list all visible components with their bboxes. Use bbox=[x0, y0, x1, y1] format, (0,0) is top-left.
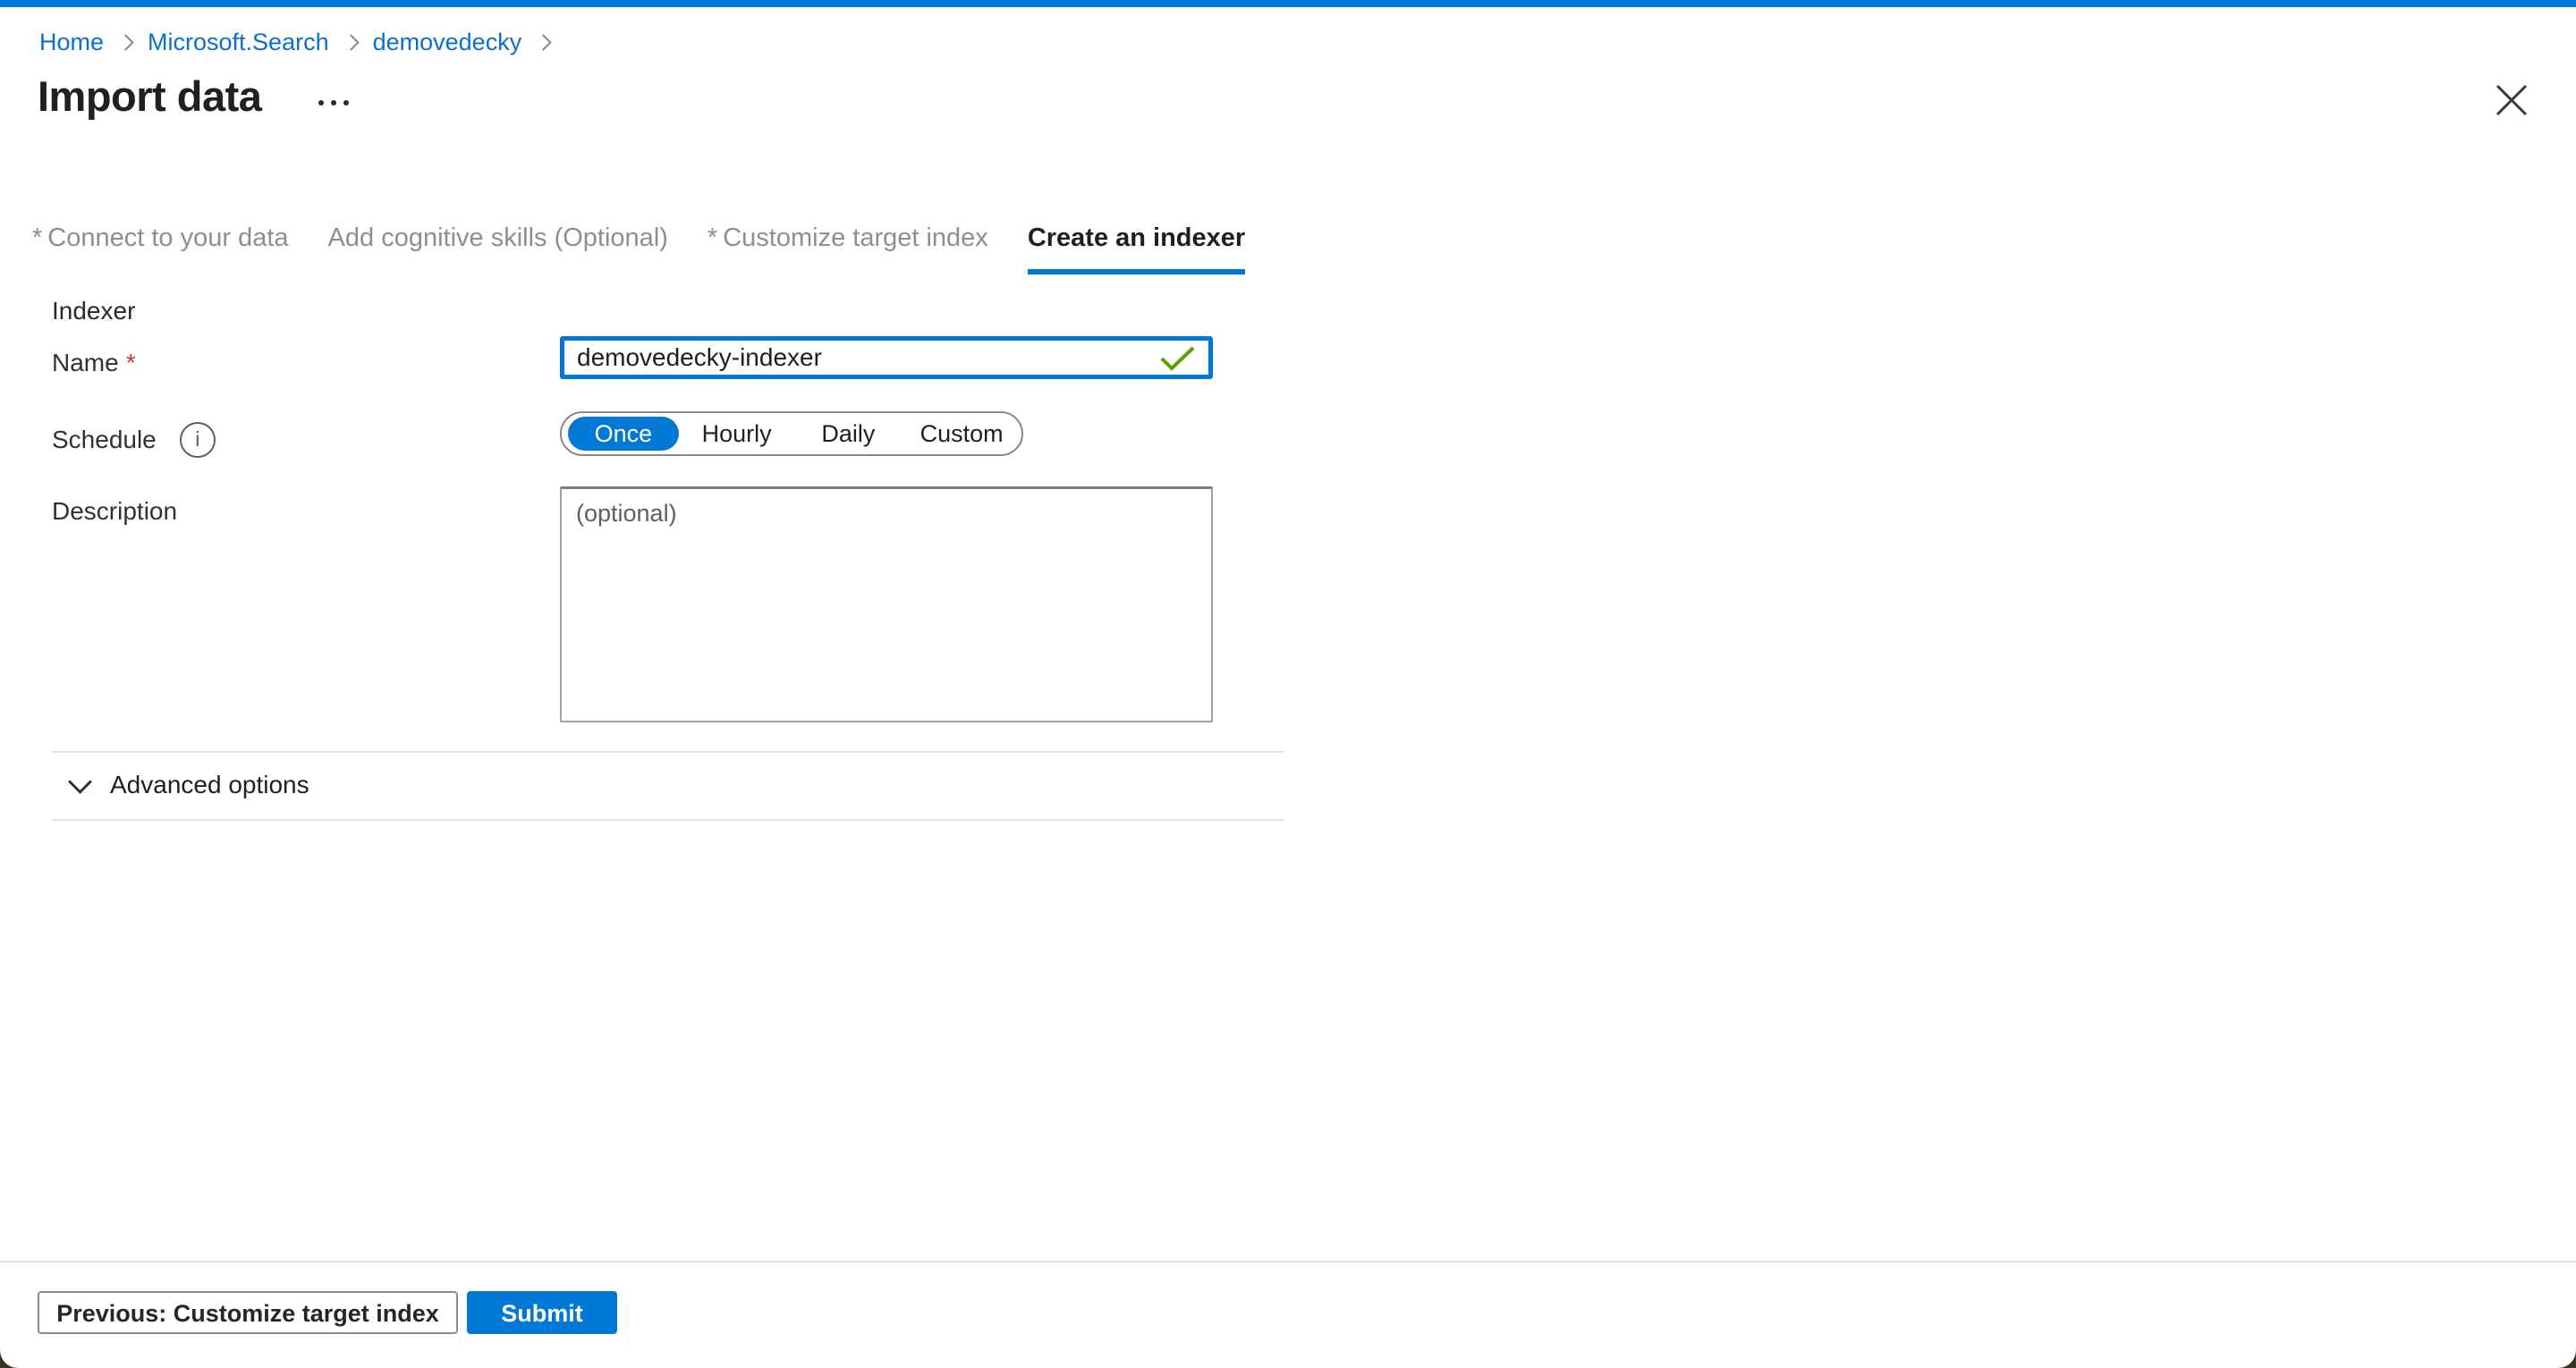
page-title: Import data bbox=[38, 72, 261, 121]
divider bbox=[52, 819, 1284, 821]
previous-step-button[interactable]: Previous: Customize target index bbox=[38, 1291, 458, 1334]
breadcrumb-resource-link[interactable]: demovedecky bbox=[373, 27, 522, 57]
tab-create-an-indexer[interactable]: Create an indexer bbox=[1028, 224, 1245, 274]
footer-divider bbox=[0, 1261, 2576, 1262]
info-icon[interactable]: i bbox=[180, 422, 216, 458]
divider bbox=[52, 751, 1284, 753]
schedule-option-once[interactable]: Once bbox=[568, 417, 679, 451]
advanced-options-toggle[interactable]: Advanced options bbox=[52, 764, 309, 806]
submit-button[interactable]: Submit bbox=[467, 1291, 617, 1334]
schedule-option-hourly[interactable]: Hourly bbox=[679, 420, 795, 448]
chevron-right-icon bbox=[117, 34, 133, 50]
schedule-field-label: Schedule i bbox=[52, 422, 216, 458]
wizard-tabs: *Connect to your data Add cognitive skil… bbox=[32, 224, 1245, 274]
ellipsis-icon bbox=[343, 100, 349, 106]
indexer-name-input[interactable] bbox=[560, 336, 1213, 379]
breadcrumb-home-link[interactable]: Home bbox=[39, 27, 104, 57]
indexer-section-title: Indexer bbox=[52, 297, 135, 325]
breadcrumb: Home Microsoft.Search demovedecky bbox=[39, 27, 565, 57]
required-marker: * bbox=[708, 224, 717, 252]
chevron-right-icon bbox=[536, 34, 552, 50]
tab-customize-target-index[interactable]: *Customize target index bbox=[708, 224, 988, 274]
close-button[interactable] bbox=[2490, 79, 2533, 122]
schedule-toggle-group: Once Hourly Daily Custom bbox=[560, 411, 1023, 456]
chevron-down-icon bbox=[68, 770, 92, 794]
description-field-label: Description bbox=[52, 497, 177, 526]
name-label-text: Name bbox=[52, 349, 119, 376]
breadcrumb-service-link[interactable]: Microsoft.Search bbox=[148, 27, 329, 57]
required-marker: * bbox=[126, 349, 136, 376]
chevron-right-icon bbox=[343, 34, 359, 50]
name-field-label: Name * bbox=[52, 349, 136, 377]
close-icon bbox=[2492, 80, 2531, 120]
tab-connect-to-your-data[interactable]: *Connect to your data bbox=[32, 224, 289, 274]
tab-label: Customize target index bbox=[723, 224, 988, 252]
import-data-panel: Home Microsoft.Search demovedecky Import… bbox=[0, 0, 2576, 1368]
tab-label: Connect to your data bbox=[47, 224, 288, 252]
schedule-option-custom[interactable]: Custom bbox=[902, 420, 1021, 448]
required-marker: * bbox=[32, 224, 42, 252]
ellipsis-icon bbox=[331, 100, 336, 106]
tab-label: Create an indexer bbox=[1028, 224, 1245, 252]
description-textarea[interactable] bbox=[560, 486, 1213, 722]
tab-add-cognitive-skills[interactable]: Add cognitive skills (Optional) bbox=[328, 224, 668, 274]
more-options-button[interactable] bbox=[313, 95, 354, 111]
schedule-option-daily[interactable]: Daily bbox=[795, 420, 902, 448]
schedule-label-text: Schedule bbox=[52, 426, 157, 454]
portal-top-bar bbox=[0, 0, 2576, 7]
ellipsis-icon bbox=[318, 100, 324, 106]
tab-label: Add cognitive skills (Optional) bbox=[328, 224, 668, 252]
advanced-options-label: Advanced options bbox=[110, 771, 309, 799]
